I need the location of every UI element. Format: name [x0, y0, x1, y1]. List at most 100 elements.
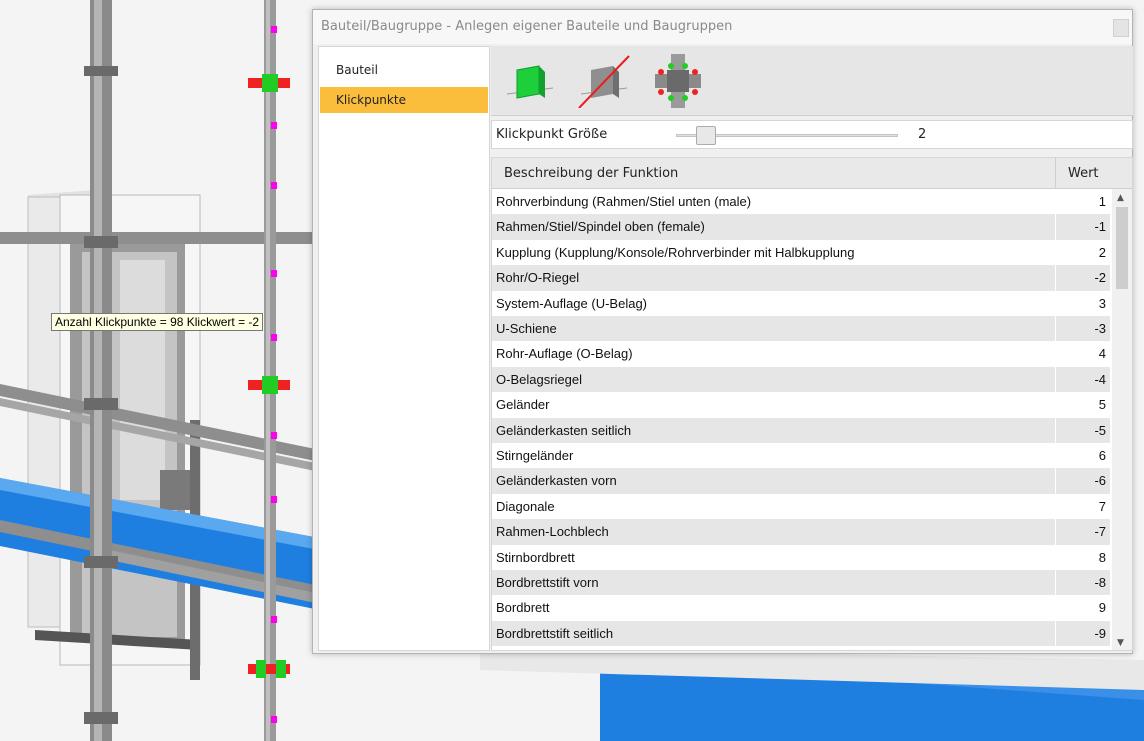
cell-divider — [1055, 392, 1056, 418]
row-description: Rahmen-Lochblech — [496, 524, 609, 540]
row-description: Diagonale — [496, 498, 555, 514]
row-description: Rohrverbindung (Rahmen/Stiel unten (male… — [496, 194, 752, 209]
nav-item-bauteil[interactable]: Bauteil — [320, 57, 488, 83]
row-value: -9 — [1094, 625, 1106, 641]
plane-remove-icon — [578, 55, 630, 109]
clickpoint-size-value: 2 — [918, 127, 927, 142]
table-row[interactable]: Bordbrettstift vorn -8 — [492, 570, 1110, 596]
slider-thumb[interactable] — [696, 126, 717, 145]
row-description: Rohr-Auflage (O-Belag) — [496, 346, 633, 362]
column-header-description[interactable]: Beschreibung der Funktion — [504, 166, 678, 181]
scroll-up-arrow-icon[interactable]: ▲ — [1117, 193, 1124, 203]
cell-divider — [1055, 493, 1056, 520]
table-scrollbar[interactable]: ▲ ▼ — [1112, 189, 1132, 650]
cell-divider — [1055, 366, 1056, 393]
row-description: Geländer — [496, 397, 550, 413]
row-description: Geländerkasten seitlich — [496, 422, 632, 438]
row-value: -1 — [1094, 219, 1106, 235]
row-value: -6 — [1094, 473, 1106, 489]
cell-divider — [1055, 570, 1056, 596]
table-body: Rohrverbindung (Rahmen/Stiel unten (male… — [492, 189, 1112, 650]
bauteil-dialog: Bauteil/Baugruppe - Anlegen eigener Baut… — [312, 9, 1133, 654]
column-divider — [1055, 158, 1056, 189]
row-value: 3 — [1098, 295, 1106, 311]
row-description: System-Auflage (U-Belag) — [496, 295, 647, 311]
function-table: Beschreibung der Funktion Wert Rohrverbi… — [491, 157, 1133, 651]
cell-divider — [1055, 417, 1056, 443]
row-description: O-Belagsriegel — [496, 371, 582, 387]
row-description: Bordbrett — [496, 600, 550, 616]
row-value: -8 — [1094, 575, 1106, 590]
row-value: -2 — [1094, 270, 1106, 286]
cell-divider — [1055, 468, 1056, 494]
row-value: -5 — [1094, 422, 1106, 438]
clickpoint-size-row: Klickpunkt Größe 2 — [491, 120, 1133, 149]
cell-divider — [1055, 519, 1056, 545]
row-value: 7 — [1098, 498, 1106, 514]
clickpoint-tooltip: Anzahl Klickpunkte = 98 Klickwert = -2 — [51, 313, 264, 331]
cell-divider — [1055, 239, 1056, 266]
dialog-title: Bauteil/Baugruppe - Anlegen eigener Baut… — [321, 19, 733, 34]
clickpoints-pipe-button[interactable] — [651, 54, 705, 108]
row-description: U-Schiene — [496, 321, 557, 336]
nav-sidebar: Bauteil Klickpunkte — [318, 46, 490, 651]
row-value: -4 — [1094, 371, 1106, 387]
table-row[interactable]: Geländerkasten vorn -6 — [492, 468, 1110, 494]
table-header: Beschreibung der Funktion Wert — [492, 158, 1132, 189]
cell-divider — [1055, 443, 1056, 469]
row-description: Rahmen/Stiel/Spindel oben (female) — [496, 219, 705, 235]
cell-divider — [1055, 214, 1056, 240]
cell-divider — [1055, 341, 1056, 367]
cell-divider — [1055, 265, 1056, 291]
scroll-down-arrow-icon[interactable]: ▼ — [1117, 638, 1124, 648]
clickpoint-size-label: Klickpunkt Größe — [496, 127, 608, 142]
nav-item-klickpunkte[interactable]: Klickpunkte — [320, 87, 488, 113]
clickpoints-pipe-icon — [655, 54, 701, 108]
row-description: Rohr/O-Riegel — [496, 270, 580, 286]
scroll-thumb[interactable] — [1116, 207, 1128, 289]
dialog-titlebar[interactable]: Bauteil/Baugruppe - Anlegen eigener Baut… — [313, 10, 1132, 44]
plane-add-button[interactable] — [503, 54, 557, 108]
table-row[interactable]: U-Schiene -3 — [492, 316, 1110, 342]
row-value: 5 — [1098, 397, 1106, 413]
column-header-value[interactable]: Wert — [1068, 166, 1099, 181]
row-description: Bordbrettstift vorn — [496, 575, 599, 590]
nav-item-label: Bauteil — [336, 63, 378, 77]
row-value: 1 — [1098, 194, 1106, 209]
row-value: -7 — [1094, 524, 1106, 540]
table-row[interactable]: Rahmen/Stiel/Spindel oben (female) -1 — [492, 214, 1110, 240]
table-row[interactable]: Stirnbordbrett 8 — [492, 544, 1110, 570]
plane-add-icon — [506, 65, 554, 99]
table-row[interactable]: System-Auflage (U-Belag) 3 — [492, 290, 1110, 316]
table-row[interactable]: Geländerkasten seitlich -5 — [492, 417, 1110, 443]
row-description: Stirngeländer — [496, 448, 574, 463]
row-value: 4 — [1098, 346, 1106, 362]
table-row[interactable]: Geländer 5 — [492, 392, 1110, 418]
row-value: 9 — [1098, 600, 1106, 616]
table-row[interactable]: O-Belagsriegel -4 — [492, 366, 1110, 393]
row-value: 2 — [1098, 244, 1106, 260]
table-row[interactable]: Bordbrettstift seitlich -9 — [492, 620, 1110, 647]
close-button[interactable] — [1113, 19, 1129, 37]
row-value: 8 — [1098, 549, 1106, 565]
row-description: Stirnbordbrett — [496, 549, 575, 565]
table-row[interactable]: Rahmen-Lochblech -7 — [492, 519, 1110, 545]
cell-divider — [1055, 290, 1056, 316]
cell-divider — [1055, 620, 1056, 647]
table-row[interactable]: Diagonale 7 — [492, 493, 1110, 520]
table-row[interactable]: Bordbrett 9 — [492, 595, 1110, 621]
cell-divider — [1055, 189, 1056, 215]
cell-divider — [1055, 595, 1056, 621]
toolbar — [491, 46, 1133, 116]
table-row[interactable]: Rohrverbindung (Rahmen/Stiel unten (male… — [492, 189, 1110, 215]
row-value: 6 — [1098, 448, 1106, 463]
row-description: Geländerkasten vorn — [496, 473, 617, 489]
table-row[interactable]: Stirngeländer 6 — [492, 443, 1110, 469]
cell-divider — [1055, 316, 1056, 342]
plane-remove-button[interactable] — [577, 54, 631, 109]
table-row[interactable]: Rohr/O-Riegel -2 — [492, 265, 1110, 291]
table-row[interactable]: Kupplung (Kupplung/Konsole/Rohrverbinder… — [492, 239, 1110, 266]
row-description: Kupplung (Kupplung/Konsole/Rohrverbinder… — [496, 244, 855, 260]
cell-divider — [1055, 544, 1056, 570]
table-row[interactable]: Rohr-Auflage (O-Belag) 4 — [492, 341, 1110, 367]
